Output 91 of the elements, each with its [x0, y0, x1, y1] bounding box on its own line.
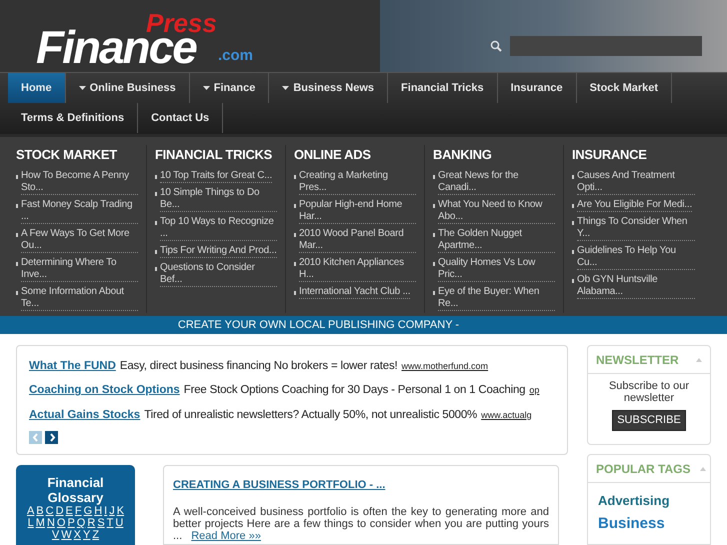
letter-link[interactable]: I: [104, 505, 108, 517]
ad-title-link[interactable]: Coaching on Stock Options: [29, 382, 180, 400]
collapse-icon[interactable]: [696, 358, 702, 362]
menu-link[interactable]: 2010 Wood Panel Board Mar...: [299, 228, 416, 254]
letter-link[interactable]: R: [87, 517, 96, 529]
letter-link[interactable]: O: [56, 517, 66, 529]
read-more-link[interactable]: Read More »»: [191, 530, 261, 542]
nav-link[interactable]: Contact Us: [138, 102, 224, 133]
menu-link[interactable]: Eye of the Buyer: When Re...: [438, 286, 555, 312]
letter-link[interactable]: N: [46, 517, 55, 529]
menu-link[interactable]: Great News for the Canadi...: [438, 170, 555, 196]
menu-link[interactable]: How To Become A Penny Sto...: [21, 170, 138, 196]
menu-link[interactable]: Some Information About Te...: [21, 286, 138, 312]
menu-link[interactable]: Causes And Treatment Opti...: [577, 170, 695, 196]
menu-link[interactable]: 10 Simple Things to Do Be...: [160, 187, 277, 212]
ad-description: Tired of unrealistic newsletters? Actually 50%, not unrealistic 5000%: [144, 408, 478, 422]
letter-link[interactable]: D: [56, 505, 64, 517]
nav-link[interactable]: Finance: [190, 72, 270, 103]
nav-link[interactable]: Home: [8, 72, 66, 103]
menu-link[interactable]: Guidelines To Help You Cu...: [577, 245, 695, 270]
article-title-link[interactable]: CREATING A BUSINESS PORTFOLIO - ...: [173, 477, 549, 494]
menu-link[interactable]: Determining Where To Inve...: [21, 257, 138, 282]
ad-description: Free Stock Options Coaching for 30 Days - Personal 1 on 1 Coaching: [184, 383, 526, 398]
menu-link[interactable]: Popular High-end Home Har...: [299, 199, 416, 224]
letter-link[interactable]: U: [115, 517, 124, 529]
letter-link[interactable]: K: [116, 505, 124, 517]
ad-description: Easy, direct business financing No brokers = lower rates!: [120, 359, 398, 374]
letter-link[interactable]: X: [74, 529, 81, 541]
search-field[interactable]: [510, 36, 702, 56]
nav-link[interactable]: Insurance: [498, 72, 577, 103]
menu-link[interactable]: 10 Top Traits for Great C...: [160, 170, 272, 184]
menu-link[interactable]: Tips For Writing And Prod...: [160, 245, 277, 258]
menu-link[interactable]: Ob GYN Huntsville Alabama...: [577, 274, 695, 300]
letter-link[interactable]: C: [46, 505, 54, 517]
letter-link[interactable]: S: [97, 517, 105, 529]
nav-link[interactable]: Terms & Definitions: [8, 102, 138, 133]
letter-link[interactable]: Z: [92, 529, 100, 541]
letter-link[interactable]: V: [52, 529, 60, 541]
menu-heading: ONLINE ADS: [294, 146, 372, 164]
tag-link[interactable]: Business: [598, 512, 700, 535]
ad-title-link[interactable]: Actual Gains Stocks: [29, 406, 140, 424]
menu-heading: FINANCIAL TRICKS: [155, 146, 274, 164]
nav-link[interactable]: Financial Tricks: [388, 72, 498, 103]
letter-link[interactable]: E: [66, 505, 73, 517]
menu-link[interactable]: Top 10 Ways to Recognize ...: [160, 216, 277, 242]
letter-link[interactable]: L: [28, 517, 34, 529]
ad-url-link[interactable]: www.motherfund.com: [402, 360, 488, 374]
letter-link[interactable]: J: [109, 505, 115, 517]
menu-link[interactable]: Questions to Consider Bef...: [160, 262, 277, 288]
chevron-icon: [30, 432, 40, 443]
menu-link[interactable]: Creating a Marketing Pres...: [299, 170, 416, 196]
panel-heading: NEWSLETTER: [596, 352, 679, 368]
menu-link[interactable]: International Yacht Club ...: [299, 286, 410, 300]
letter-link[interactable]: F: [74, 505, 82, 517]
menu-link[interactable]: Are You Eligible For Medi...: [577, 199, 692, 212]
menu-link[interactable]: What You Need to Know Abo...: [438, 199, 555, 224]
menu-link[interactable]: A Few Ways To Get More Ou...: [21, 228, 138, 254]
next-button[interactable]: [45, 430, 58, 444]
letter-link[interactable]: W: [61, 529, 72, 541]
ad-url-link[interactable]: op: [529, 384, 540, 398]
panel-heading: POPULAR TAGS: [596, 460, 690, 478]
letter-link[interactable]: T: [106, 517, 114, 529]
glossary-title: Financial Glossary: [46, 475, 105, 505]
nav-link[interactable]: Online Business: [66, 72, 190, 103]
nav-link[interactable]: Stock Market: [576, 72, 672, 103]
menu-link[interactable]: Quality Homes Vs Low Pric...: [438, 257, 555, 282]
letter-link[interactable]: B: [36, 505, 44, 517]
search-icon[interactable]: [490, 40, 502, 52]
letter-link[interactable]: Y: [83, 529, 90, 541]
letter-link[interactable]: H: [94, 505, 102, 517]
letter-link[interactable]: M: [36, 517, 45, 529]
newsletter-text: Subscribe to our newsletter: [608, 380, 690, 404]
letter-link[interactable]: G: [84, 505, 92, 517]
promo-banner-text: CREATE YOUR OWN LOCAL PUBLISHING COMPANY -: [178, 318, 460, 333]
article-excerpt: A well-conceived business portfolio is often the key to generating more and better projects Here are a few things to consider when you are putting yours ... Read More »»: [173, 506, 549, 542]
ad-url-link[interactable]: www.actualg: [481, 408, 532, 422]
subscribe-button[interactable]: SUBSCRIBE: [612, 410, 686, 431]
menu-heading: BANKING: [433, 146, 493, 164]
menu-heading: STOCK MARKET: [16, 146, 118, 164]
menu-link[interactable]: 2010 Kitchen Appliances H...: [299, 257, 416, 282]
tag-link[interactable]: Advertising: [598, 491, 700, 510]
menu-link[interactable]: The Golden Nugget Apartme...: [438, 228, 555, 254]
menu-heading: INSURANCE: [572, 146, 648, 164]
menu-link[interactable]: Fast Money Scalp Trading ...: [21, 199, 138, 224]
nav-link[interactable]: Business News: [269, 72, 388, 103]
menu-link[interactable]: Things To Consider When Y...: [577, 216, 695, 242]
letter-link[interactable]: A: [26, 505, 34, 517]
letter-link[interactable]: P: [67, 517, 75, 529]
ad-title-link[interactable]: What The FUND: [29, 358, 116, 376]
letter-link[interactable]: Q: [76, 517, 86, 529]
collapse-icon[interactable]: [700, 466, 706, 470]
